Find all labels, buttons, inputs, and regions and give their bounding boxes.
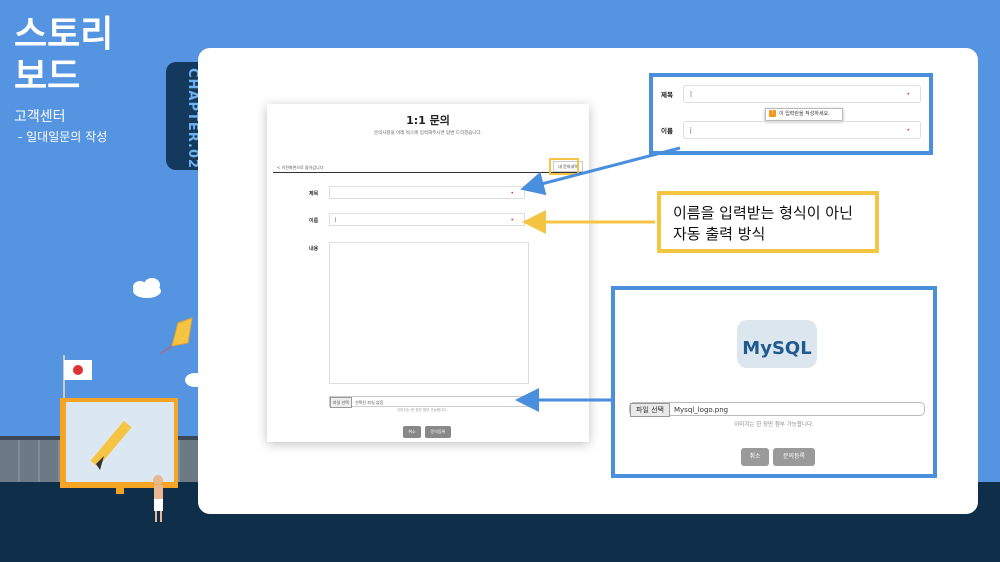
section-title: 고객센터 [14, 109, 66, 125]
required-dot: • [510, 190, 514, 197]
callout-line1: 이름을 입력받는 형식이 아닌 [673, 204, 853, 222]
zoom-required-fields: 제목 | • ! 이 입력란을 작성하세요. 이름 j • [649, 73, 933, 155]
file-select-button[interactable]: 파일 선택 [330, 397, 352, 408]
tooltip-text: 이 입력란을 작성하세요. [779, 111, 830, 117]
inquiry-form: 1:1 문의 문의사항을 아래 박스에 입력해주시면 답변 드리겠습니다. < … [267, 104, 589, 442]
content-label: 내용 [309, 246, 319, 252]
validation-tooltip: ! 이 입력란을 작성하세요. [765, 108, 843, 121]
content-textarea[interactable] [329, 242, 529, 384]
back-link[interactable]: < 이전화면으로 돌아갑니다 [277, 165, 323, 171]
submit-button[interactable]: 문의등록 [425, 426, 451, 438]
name-value: j [335, 217, 337, 223]
required-dot: • [510, 217, 514, 224]
cancel-button[interactable]: 취소 [403, 426, 421, 438]
zoom-subject-value: | [690, 91, 693, 98]
storyboard-title: 스토리 보드 [14, 14, 113, 98]
name-label: 이름 [309, 218, 319, 224]
subject-label: 제목 [309, 191, 319, 197]
file-hint: 이미지는 한 장만 첨부 가능합니다. [397, 408, 448, 412]
mysql-logo-preview: MySQL [737, 320, 817, 368]
zoom-file-hint: 이미지는 한 장만 첨부 가능합니다. [734, 422, 814, 428]
zoom-file-input[interactable]: 파일 선택 Mysql_logo.png [629, 402, 925, 417]
required-dot: • [906, 127, 910, 134]
subsection-title: - 일대일문의 작성 [18, 130, 108, 144]
subject-input[interactable]: • [329, 186, 525, 199]
callout-line2: 자동 출력 방식 [673, 225, 766, 243]
name-field-callout: 이름을 입력받는 형식이 아닌 자동 출력 방식 [657, 191, 879, 253]
storyboard-title-line1: 스토리 [14, 14, 114, 55]
name-input: j • [329, 213, 525, 226]
header-divider [273, 172, 583, 173]
warning-icon: ! [769, 110, 776, 117]
file-input[interactable]: 파일 선택 선택된 파일 없음 [329, 396, 529, 408]
zoom-file-name: Mysql_logo.png [674, 406, 729, 414]
required-dot: • [906, 91, 910, 98]
zoom-name-value: j [690, 127, 692, 134]
storyboard-title-line2: 보드 [14, 56, 81, 97]
zoom-cancel-button[interactable]: 취소 [741, 448, 769, 466]
zoom-name-label: 이름 [661, 127, 673, 135]
zoom-file-select-button[interactable]: 파일 선택 [630, 403, 670, 417]
zoom-submit-button[interactable]: 문의등록 [773, 448, 815, 466]
mysql-logo-text: MySQL [742, 338, 812, 359]
zoom-subject-input[interactable]: | • [683, 85, 921, 103]
zoom-name-input: j • [683, 121, 921, 139]
form-description: 문의사항을 아래 박스에 입력해주시면 답변 드리겠습니다. [374, 131, 482, 136]
zoom-subject-label: 제목 [661, 91, 673, 99]
zoom-file-upload: MySQL 파일 선택 Mysql_logo.png 이미지는 한 장만 첨부 가… [611, 286, 937, 478]
chapter-label: CHAPTER.02 [185, 68, 200, 170]
my-inquiry-button[interactable]: 내 문의내역 [553, 161, 583, 172]
form-title: 1:1 문의 [406, 114, 450, 127]
file-status: 선택된 파일 없음 [355, 400, 384, 405]
